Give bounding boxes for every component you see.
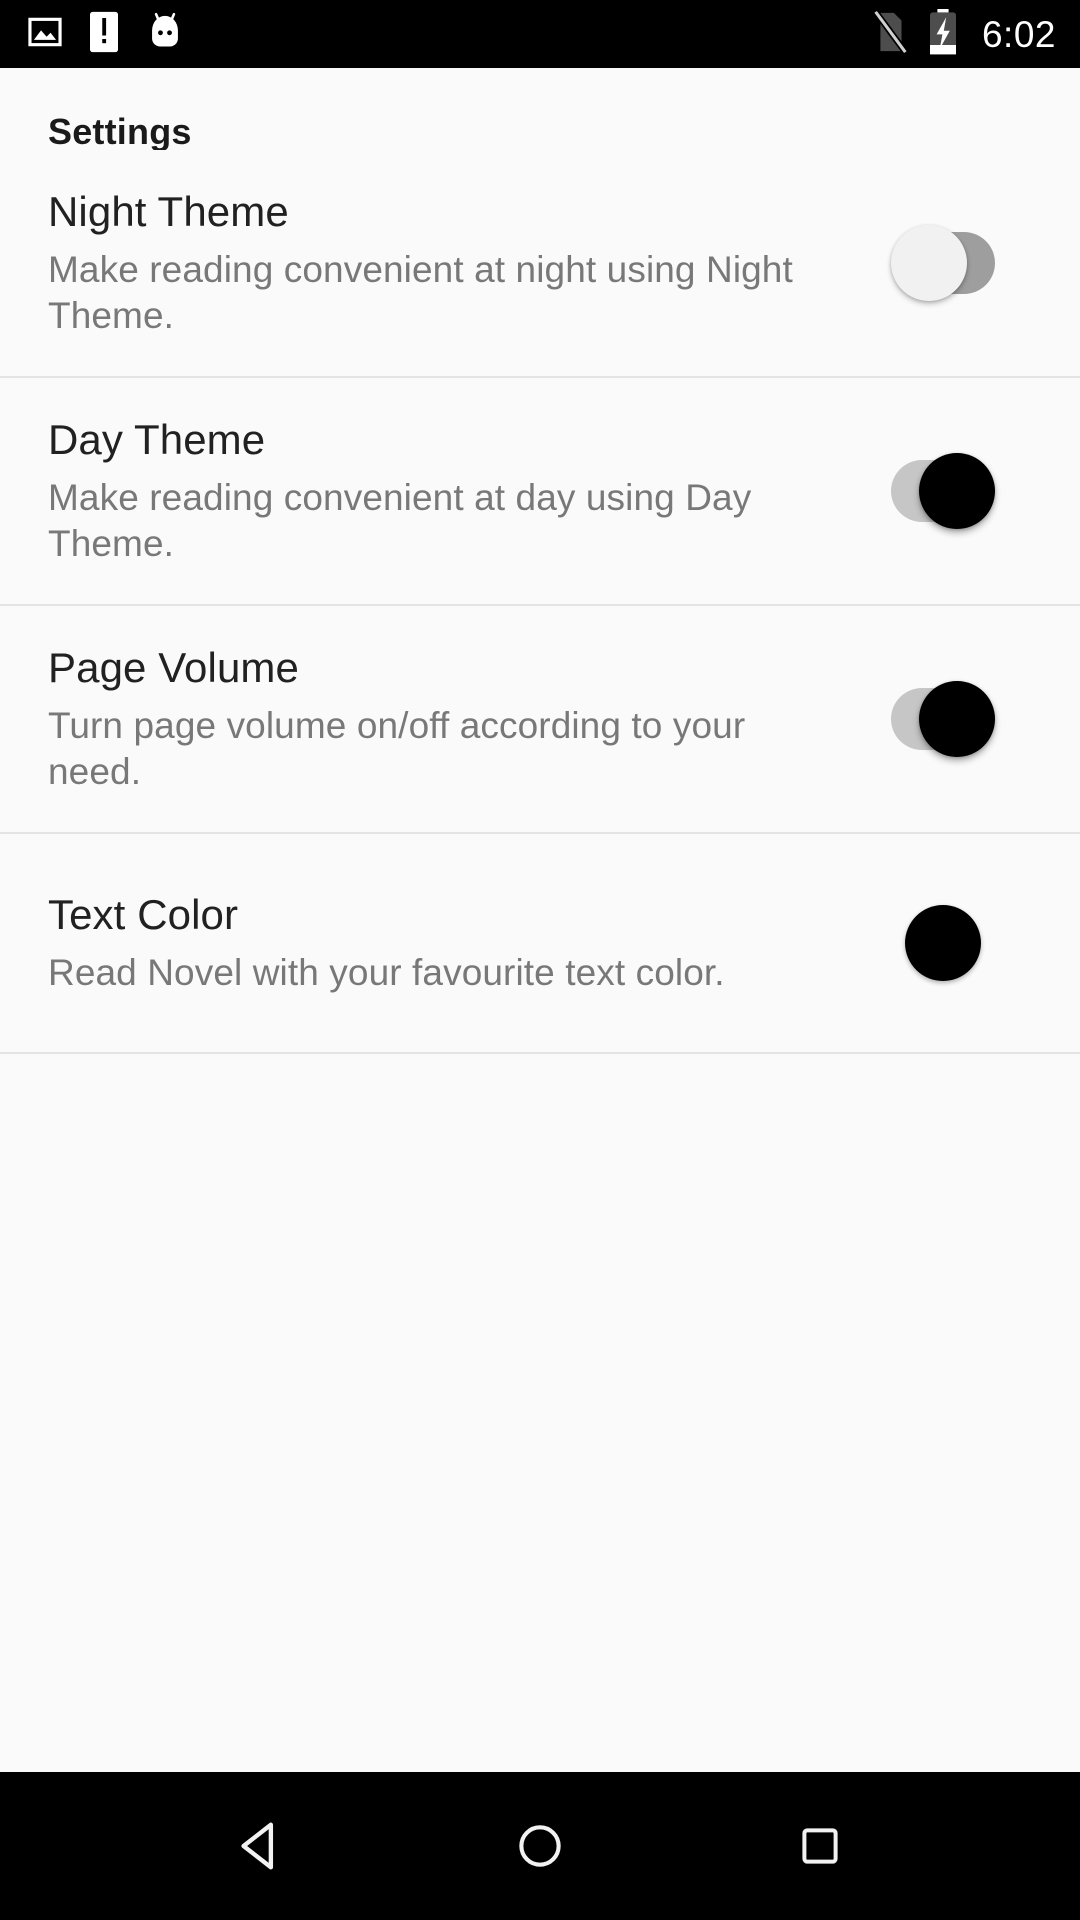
setting-title-text-color: Text Color bbox=[48, 890, 239, 938]
text-color-swatch[interactable] bbox=[905, 905, 981, 981]
back-button[interactable] bbox=[205, 1791, 315, 1901]
recents-button[interactable] bbox=[765, 1791, 875, 1901]
back-triangle-icon bbox=[241, 1822, 274, 1870]
phone-screen: 6:02 Settings Night Theme Make reading c… bbox=[0, 0, 1080, 1920]
toggle-day-theme[interactable] bbox=[891, 452, 995, 530]
status-bar-system-icons: 6:02 bbox=[870, 8, 1056, 61]
setting-control bbox=[868, 452, 1018, 530]
setting-description-day-theme: Make reading convenient at day using Day… bbox=[48, 477, 752, 564]
setting-row-text: Day Theme Make reading convenient at day… bbox=[48, 416, 868, 565]
setting-title-day-theme: Day Theme bbox=[48, 416, 266, 464]
setting-control bbox=[868, 905, 1018, 981]
recents-square-icon bbox=[802, 1828, 838, 1864]
setting-row-page-volume[interactable]: Page Volume Turn page volume on/off acco… bbox=[0, 606, 1080, 834]
setting-title-page-volume: Page Volume bbox=[48, 644, 299, 692]
status-bar: 6:02 bbox=[0, 0, 1080, 68]
setting-row-night-theme[interactable]: Night Theme Make reading convenient at n… bbox=[0, 150, 1080, 378]
toggle-thumb bbox=[919, 681, 995, 757]
toggle-thumb bbox=[919, 453, 995, 529]
android-navigation-bar bbox=[0, 1772, 1080, 1920]
phone-alert-icon bbox=[88, 11, 120, 58]
status-bar-notification-icons bbox=[26, 11, 186, 58]
page-title: Settings bbox=[48, 111, 192, 152]
toggle-thumb bbox=[891, 225, 967, 301]
setting-control bbox=[868, 224, 1018, 302]
android-mascot-icon bbox=[144, 11, 186, 58]
toggle-night-theme[interactable] bbox=[891, 224, 995, 302]
setting-row-text: Page Volume Turn page volume on/off acco… bbox=[48, 644, 868, 793]
settings-list: Night Theme Make reading convenient at n… bbox=[0, 150, 1080, 1772]
no-sim-icon bbox=[870, 9, 910, 60]
setting-description-page-volume: Turn page volume on/off according to you… bbox=[48, 705, 746, 792]
setting-title-night-theme: Night Theme bbox=[48, 188, 289, 236]
setting-row-text-color[interactable]: Text Color Read Novel with your favourit… bbox=[0, 834, 1080, 1054]
home-circle-icon bbox=[519, 1825, 561, 1867]
toggle-page-volume[interactable] bbox=[891, 680, 995, 758]
settings-header: Settings bbox=[0, 68, 1080, 150]
setting-control bbox=[868, 680, 1018, 758]
setting-description-text-color: Read Novel with your favourite text colo… bbox=[48, 951, 725, 993]
setting-row-day-theme[interactable]: Day Theme Make reading convenient at day… bbox=[0, 378, 1080, 606]
setting-row-text: Text Color Read Novel with your favourit… bbox=[48, 891, 868, 995]
status-bar-clock: 6:02 bbox=[981, 13, 1056, 55]
empty-list-area bbox=[0, 1054, 1080, 1772]
setting-row-text: Night Theme Make reading convenient at n… bbox=[48, 188, 868, 337]
setting-description-night-theme: Make reading convenient at night using N… bbox=[48, 249, 793, 336]
battery-charging-icon bbox=[926, 8, 960, 61]
image-icon bbox=[26, 13, 64, 56]
home-button[interactable] bbox=[485, 1791, 595, 1901]
